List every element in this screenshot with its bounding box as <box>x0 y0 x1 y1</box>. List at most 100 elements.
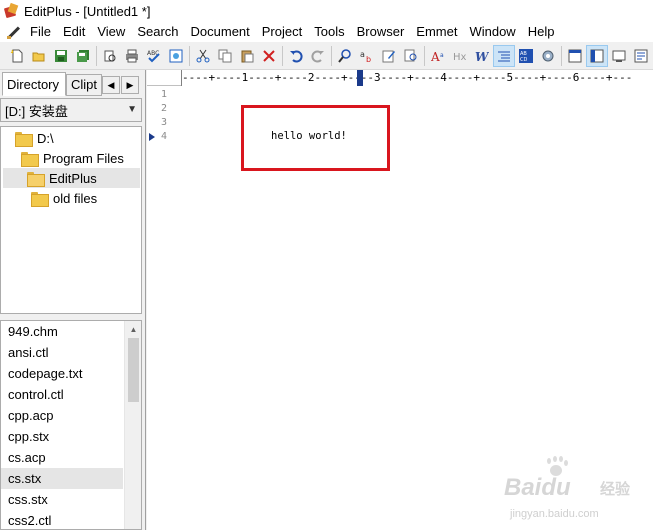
folder-open-icon <box>15 131 33 147</box>
font-icon[interactable]: Aa <box>427 45 449 67</box>
menu-project[interactable]: Project <box>256 22 308 42</box>
menu-bar: File Edit View Search Document Project T… <box>0 22 653 42</box>
watermark-url: jingyan.baidu.com <box>510 508 599 520</box>
tree-item-old-files[interactable]: old files <box>31 188 140 208</box>
delete-icon[interactable] <box>258 45 280 67</box>
word-wrap-icon[interactable]: W <box>471 45 493 67</box>
tree-item-editplus[interactable]: EditPlus <box>3 168 140 188</box>
replace-icon[interactable]: ab <box>356 45 378 67</box>
menu-search[interactable]: Search <box>131 22 184 42</box>
menu-view[interactable]: View <box>91 22 131 42</box>
list-item[interactable]: css.stx <box>1 489 123 510</box>
tree-item-label: old files <box>53 190 98 206</box>
spell-check-icon[interactable]: ABC <box>143 45 165 67</box>
line-number: 2 <box>160 103 167 114</box>
save-all-icon[interactable] <box>72 45 94 67</box>
line-number: 3 <box>160 117 167 128</box>
toolbar-separator <box>424 45 425 66</box>
list-item[interactable]: control.ctl <box>1 384 123 405</box>
line-number: 1 <box>160 89 167 100</box>
menu-document[interactable]: Document <box>185 22 256 42</box>
redo-icon[interactable] <box>307 45 329 67</box>
editplus-logo-icon <box>4 4 18 18</box>
editor[interactable]: ----+----1----+----2----+----3----+----4… <box>147 70 653 530</box>
edit-icon[interactable] <box>378 45 400 67</box>
menu-emmet[interactable]: Emmet <box>410 22 463 42</box>
svg-text:W: W <box>475 50 489 63</box>
toolbar-separator <box>282 45 283 66</box>
line-number-icon[interactable] <box>493 44 515 67</box>
toolbar-separator <box>331 45 332 66</box>
title-bar: EditPlus - [Untitled1 *] <box>0 0 653 22</box>
ruler-scale: ----+----1----+----2----+----3----+----4… <box>181 70 653 86</box>
list-item[interactable]: cs.acp <box>1 447 123 468</box>
chevron-down-icon: ▼ <box>127 104 137 115</box>
tree-item-program-files[interactable]: Program Files <box>21 148 140 168</box>
browser-view-icon[interactable] <box>165 45 187 67</box>
cut-icon[interactable] <box>192 45 214 67</box>
window-title: EditPlus - [Untitled1 *] <box>24 3 151 19</box>
list-item[interactable]: css2.ctl <box>1 510 123 529</box>
current-line-marker-icon <box>149 133 155 141</box>
list-item[interactable]: codepage.txt <box>1 363 123 384</box>
tab-directory[interactable]: Directory <box>2 72 66 96</box>
sidebar: Directory Clipt ◀ ▶ [D:] 安装盘 ▼ D:\ Progr… <box>0 70 146 530</box>
copy-icon[interactable] <box>214 45 236 67</box>
cliptext-icon[interactable] <box>630 45 652 67</box>
line-number-gutter: 1 2 3 4 <box>147 87 171 530</box>
list-item-selected[interactable]: cs.stx <box>1 468 123 489</box>
folder-open-icon <box>27 171 45 187</box>
find-in-files-icon[interactable] <box>400 45 422 67</box>
svg-text:A: A <box>431 50 440 63</box>
tab-scroll-right-icon[interactable]: ▶ <box>121 76 139 94</box>
column-select-icon[interactable]: AB CD <box>515 45 537 67</box>
paw-logo-icon <box>544 456 568 480</box>
screen-icon[interactable] <box>608 45 630 67</box>
pencil-icon <box>4 22 24 42</box>
print-preview-icon[interactable] <box>99 45 121 67</box>
scrollbar-thumb[interactable] <box>128 338 139 402</box>
menu-browser[interactable]: Browser <box>351 22 411 42</box>
toolbar-separator <box>96 45 97 66</box>
list-item[interactable]: 949.chm <box>1 321 123 342</box>
folder-icon <box>31 191 49 207</box>
list-item[interactable]: ansi.ctl <box>1 342 123 363</box>
svg-text:a: a <box>440 52 444 59</box>
baidu-watermark: Baidu 经验 jingyan.baidu.com <box>490 456 640 526</box>
sidebar-tabs: Directory Clipt ◀ ▶ <box>0 72 146 96</box>
output-window-icon[interactable] <box>564 45 586 67</box>
menu-help[interactable]: Help <box>522 22 561 42</box>
find-icon[interactable] <box>334 45 356 67</box>
list-item[interactable]: cpp.stx <box>1 426 123 447</box>
new-file-icon[interactable] <box>6 45 28 67</box>
tab-scroll-left-icon[interactable]: ◀ <box>102 76 120 94</box>
toolbar-separator <box>561 45 562 66</box>
folder-open-icon <box>21 151 39 167</box>
paste-icon[interactable] <box>236 45 258 67</box>
directory-window-icon[interactable] <box>586 44 608 67</box>
open-file-icon[interactable] <box>28 45 50 67</box>
tree-item-d[interactable]: D:\ <box>15 128 140 148</box>
print-icon[interactable] <box>121 45 143 67</box>
toolbar: ABC ab Aa Hx W AB CD <box>0 42 653 70</box>
ruler-text: ----+----1----+----2----+----3----+----4… <box>182 71 633 84</box>
directory-tree: D:\ Program Files EditPlus old files <box>0 126 142 314</box>
drive-select[interactable]: [D:] 安装盘 ▼ <box>0 98 142 122</box>
file-list-scrollbar[interactable]: ▲ <box>124 321 141 529</box>
svg-text:CD: CD <box>520 57 527 63</box>
settings-icon[interactable] <box>537 45 559 67</box>
undo-icon[interactable] <box>285 45 307 67</box>
menu-window[interactable]: Window <box>463 22 521 42</box>
ruler-cursor-marker <box>357 70 363 86</box>
list-item[interactable]: cpp.acp <box>1 405 123 426</box>
hex-icon[interactable]: Hx <box>449 45 471 67</box>
menu-edit[interactable]: Edit <box>57 22 91 42</box>
menu-tools[interactable]: Tools <box>308 22 350 42</box>
scroll-up-icon[interactable]: ▲ <box>125 321 141 338</box>
save-icon[interactable] <box>50 45 72 67</box>
svg-text:b: b <box>366 55 371 63</box>
svg-text:a: a <box>360 50 365 59</box>
tab-cliptext[interactable]: Clipt <box>66 74 102 96</box>
annotation-highlight-box <box>241 105 390 171</box>
menu-file[interactable]: File <box>24 22 57 42</box>
